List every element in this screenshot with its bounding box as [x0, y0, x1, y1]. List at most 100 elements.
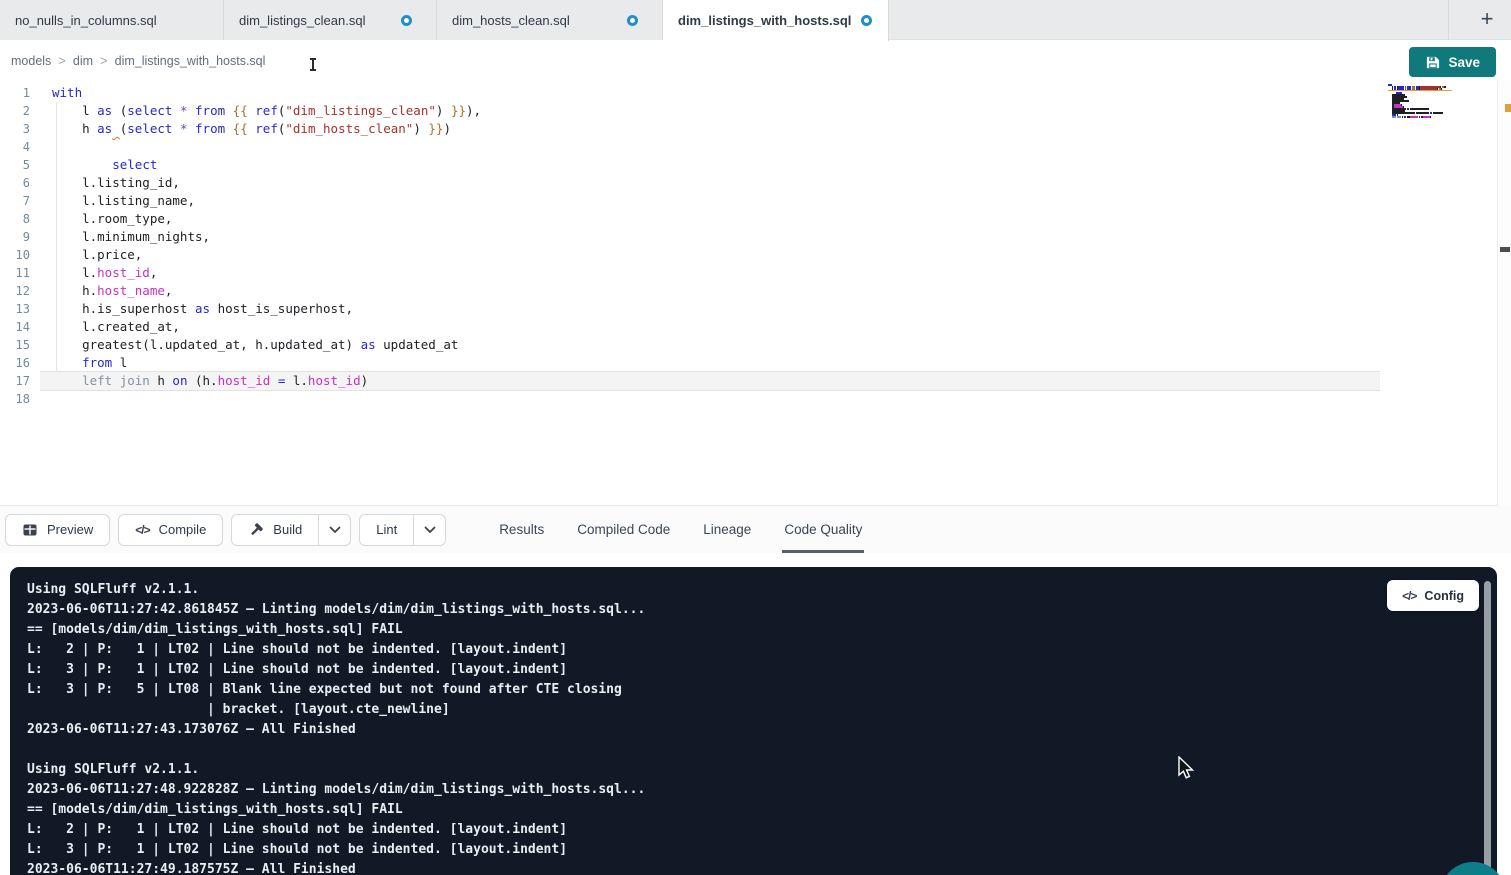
- token-squig: [112, 121, 120, 136]
- line-number: 2: [0, 102, 40, 120]
- token-plain: ): [361, 373, 369, 388]
- save-button-label: Save: [1448, 55, 1480, 70]
- build-button[interactable]: Build: [232, 515, 318, 545]
- panel-tab-code-quality[interactable]: Code Quality: [784, 506, 862, 553]
- editor-tab-dim_listings_clean-sql[interactable]: dim_listings_clean.sql: [224, 0, 437, 40]
- token-star: *: [180, 103, 188, 118]
- token-plain: ,: [150, 265, 158, 280]
- new-tab-button[interactable]: +: [1473, 5, 1501, 33]
- code-line-15[interactable]: greatest(l.updated_at, h.updated_at) as …: [40, 336, 1380, 354]
- token-plain: l.: [285, 373, 308, 388]
- tab-label: dim_hosts_clean.sql: [452, 13, 570, 28]
- active-tab-underline: [782, 550, 864, 553]
- token-kw: select: [127, 103, 172, 118]
- breadcrumb-item-models[interactable]: models: [11, 54, 51, 68]
- code-line-12[interactable]: h.host_name,: [40, 282, 1380, 300]
- overview-warning-marker: [1505, 104, 1511, 112]
- code-lines[interactable]: with l as (select * from {{ ref("dim_lis…: [40, 84, 1380, 408]
- terminal-scrollbar-thumb[interactable]: [1484, 581, 1491, 875]
- token-plain: [172, 121, 180, 136]
- terminal-line: L: 2 | P: 1 | LT02 | Line should not be …: [27, 820, 1497, 840]
- text-cursor-artifact: [312, 58, 314, 71]
- code-line-9[interactable]: l.minimum_nights,: [40, 228, 1380, 246]
- token-jinja: }}: [428, 121, 443, 136]
- token-plain: host_is_superhost,: [210, 301, 353, 316]
- code-line-1[interactable]: with: [40, 84, 1380, 102]
- minimap-row: [1388, 118, 1460, 120]
- button-label: Lint: [376, 522, 397, 537]
- panel-tab-label: Lineage: [703, 522, 751, 537]
- code-line-2[interactable]: l as (select * from {{ ref("dim_listings…: [40, 102, 1380, 120]
- button-label: Compile: [159, 522, 207, 537]
- token-plain: h: [150, 373, 173, 388]
- token-plain: l.: [52, 265, 97, 280]
- code-line-8[interactable]: l.room_type,: [40, 210, 1380, 228]
- breadcrumb-chevron-icon: >: [100, 53, 108, 68]
- breadcrumb-chevron-icon: >: [58, 53, 66, 68]
- lint-config-button[interactable]: </> Config: [1387, 580, 1479, 611]
- terminal-output: Using SQLFluff v2.1.1.2023-06-06T11:27:4…: [10, 567, 1497, 875]
- code-line-4[interactable]: [40, 138, 1380, 156]
- minimap[interactable]: [1388, 84, 1460, 120]
- build-button-group: Build: [231, 514, 351, 546]
- code-line-10[interactable]: l.price,: [40, 246, 1380, 264]
- line-number: 16: [0, 354, 40, 372]
- code-line-3[interactable]: h as (select * from {{ ref("dim_hosts_cl…: [40, 120, 1380, 138]
- code-line-14[interactable]: l.created_at,: [40, 318, 1380, 336]
- code-line-16[interactable]: from l: [40, 354, 1380, 372]
- panel-tab-compiled-code[interactable]: Compiled Code: [577, 506, 670, 553]
- terminal-line: L: 3 | P: 5 | LT08 | Blank line expected…: [27, 680, 1497, 700]
- tab-bar-separator: [1448, 0, 1449, 40]
- token-jinja: }}: [451, 103, 466, 118]
- unsaved-changes-dot-icon[interactable]: [401, 15, 412, 26]
- token-plain: [188, 121, 196, 136]
- lint-output-terminal[interactable]: Using SQLFluff v2.1.1.2023-06-06T11:27:4…: [10, 567, 1497, 875]
- code-line-11[interactable]: l.host_id,: [40, 264, 1380, 282]
- token-mag: host_id: [218, 373, 271, 388]
- line-number: 1: [0, 84, 40, 102]
- token-kw: ref: [255, 121, 278, 136]
- editor-tab-no_nulls_in_columns-sql[interactable]: no_nulls_in_columns.sql: [0, 0, 224, 40]
- panel-tab-lineage[interactable]: Lineage: [703, 506, 751, 553]
- preview-button[interactable]: Preview: [6, 515, 109, 545]
- line-number: 3: [0, 120, 40, 138]
- line-number: 9: [0, 228, 40, 246]
- panel-tab-label: Results: [499, 522, 544, 537]
- token-gkw: left join: [52, 373, 150, 388]
- token-kw: from: [195, 103, 225, 118]
- line-number: 5: [0, 156, 40, 174]
- token-plain: [52, 157, 112, 172]
- editor-scrollbar-thumb[interactable]: [1500, 247, 1510, 252]
- token-plain: l.room_type,: [52, 211, 172, 226]
- token-kw: as: [97, 103, 112, 118]
- terminal-line: | bracket. [layout.cte_newline]: [27, 700, 1497, 720]
- token-kw: as: [97, 121, 112, 136]
- unsaved-changes-dot-icon[interactable]: [627, 15, 638, 26]
- lint-button[interactable]: Lint: [360, 515, 413, 545]
- token-kw: from: [82, 355, 112, 370]
- token-mag: host_id: [308, 373, 361, 388]
- editor-tab-dim_listings_with_hosts-sql[interactable]: dim_listings_with_hosts.sql: [663, 0, 889, 41]
- code-line-6[interactable]: l.listing_id,: [40, 174, 1380, 192]
- token-kw: select: [127, 121, 172, 136]
- code-line-17[interactable]: left join h on (h.host_id = l.host_id): [40, 372, 1380, 390]
- code-line-18[interactable]: [40, 390, 1380, 408]
- token-plain: (: [112, 103, 127, 118]
- code-line-5[interactable]: select: [40, 156, 1380, 174]
- breadcrumb-item-dim[interactable]: dim: [73, 54, 93, 68]
- sql-code-editor[interactable]: 123456789101112131415161718 with l as (s…: [0, 80, 1511, 506]
- unsaved-changes-dot-icon[interactable]: [861, 15, 872, 26]
- code-line-13[interactable]: h.is_superhost as host_is_superhost,: [40, 300, 1380, 318]
- lint-dropdown-chevron-icon[interactable]: [413, 515, 445, 545]
- terminal-line: == [models/dim/dim_listings_with_hosts.s…: [27, 620, 1497, 640]
- editor-scrollbar[interactable]: [1497, 80, 1511, 506]
- breadcrumb-item-file[interactable]: dim_listings_with_hosts.sql: [115, 54, 266, 68]
- token-plain: h.: [52, 283, 97, 298]
- build-dropdown-chevron-icon[interactable]: [318, 515, 350, 545]
- save-button[interactable]: Save: [1409, 47, 1496, 77]
- editor-tab-dim_hosts_clean-sql[interactable]: dim_hosts_clean.sql: [437, 0, 663, 40]
- panel-tab-results[interactable]: Results: [499, 506, 544, 553]
- file-tab-bar: no_nulls_in_columns.sqldim_listings_clea…: [0, 0, 1511, 40]
- compile-button[interactable]: </>Compile: [119, 515, 222, 545]
- code-line-7[interactable]: l.listing_name,: [40, 192, 1380, 210]
